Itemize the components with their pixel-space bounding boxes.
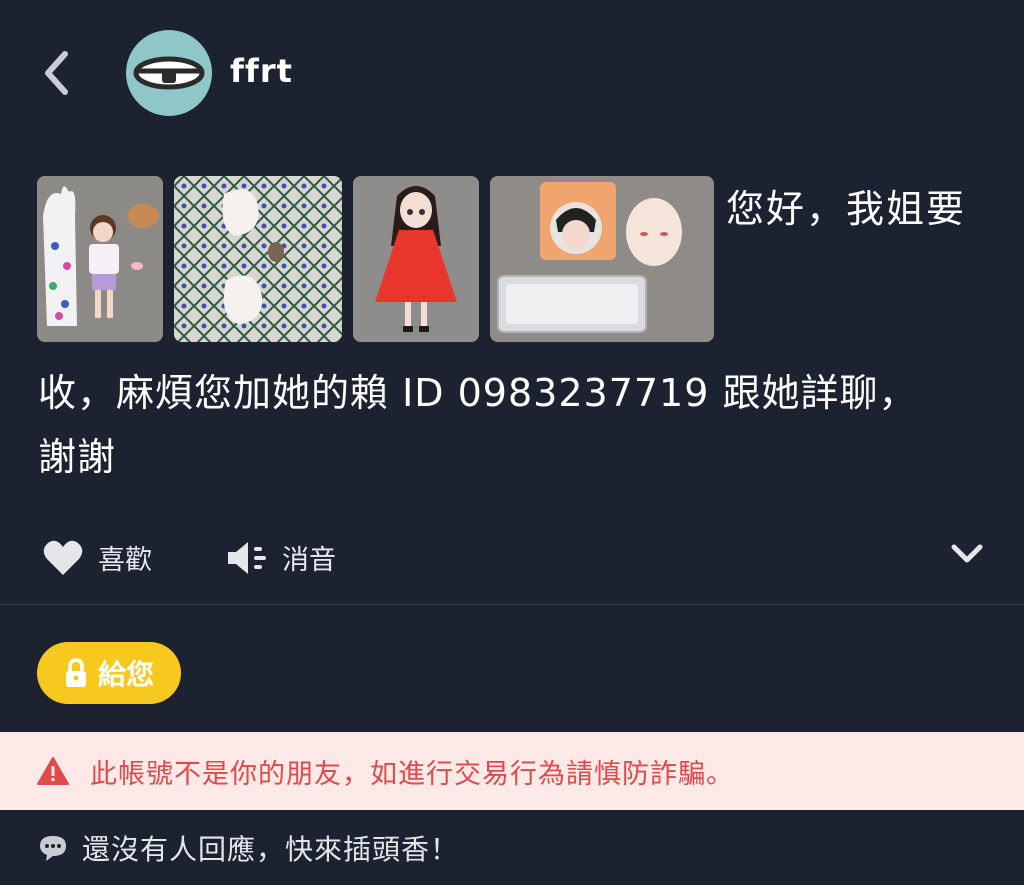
post-text-line-3: 謝謝	[38, 435, 117, 479]
like-button[interactable]: 喜歡	[42, 538, 152, 577]
post-image-2[interactable]	[174, 176, 342, 342]
post-image-3[interactable]	[353, 176, 479, 342]
more-options-button[interactable]	[950, 542, 984, 570]
give-button[interactable]: 給您	[37, 642, 181, 704]
empty-comments-text: 還沒有人回應，快來插頭香！	[82, 833, 460, 866]
post-text-line-2: 收，麻煩您加她的賴 ID 0983237719 跟她詳聊，	[38, 371, 918, 415]
post-image-1[interactable]	[37, 176, 163, 342]
lock-icon	[65, 658, 86, 687]
warning-icon	[37, 757, 69, 785]
post-image-4[interactable]	[490, 176, 714, 342]
header: ffrt	[0, 0, 1024, 150]
post-actions: 喜歡 消音	[0, 530, 1024, 590]
back-button[interactable]	[34, 46, 78, 100]
post-text-line-1: 您好，我姐要	[726, 187, 967, 231]
warning-text: 此帳號不是你的朋友，如進行交易行為請慎防詐騙。	[90, 758, 734, 790]
eye-avatar-icon	[133, 56, 205, 90]
mute-button[interactable]: 消音	[226, 538, 336, 577]
heart-icon	[43, 540, 83, 575]
speaker-mute-icon	[228, 541, 266, 574]
chevron-down-icon	[951, 544, 983, 563]
fraud-warning-banner: 此帳號不是你的朋友，如進行交易行為請慎防詐騙。	[0, 732, 1024, 810]
mute-label: 消音	[282, 545, 336, 576]
chevron-left-icon	[45, 51, 68, 95]
divider	[0, 604, 1024, 605]
comments-empty-state: 還沒有人回應，快來插頭香！	[38, 828, 459, 868]
chat-bubble-icon	[40, 836, 66, 861]
avatar[interactable]	[126, 30, 212, 116]
author-name[interactable]: ffrt	[230, 52, 293, 90]
like-label: 喜歡	[98, 545, 152, 576]
give-label: 給您	[97, 658, 154, 691]
